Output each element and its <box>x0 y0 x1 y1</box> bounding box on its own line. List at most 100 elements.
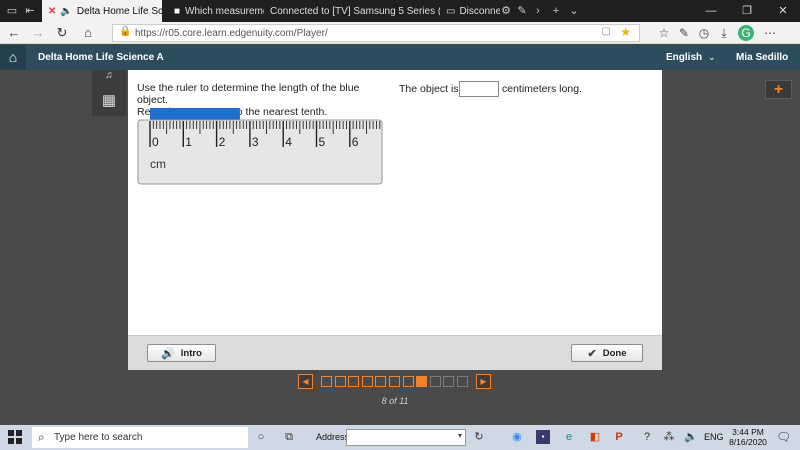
zoom-icon[interactable]: ◉ <box>510 430 524 444</box>
page-indicator[interactable] <box>429 376 441 387</box>
grammarly-icon[interactable]: G <box>738 25 754 41</box>
intro-button[interactable]: 🔊 Intro <box>147 344 216 362</box>
taskbar-search[interactable]: ⌕ Type here to search <box>32 427 248 448</box>
ruler-number: 6 <box>352 135 359 149</box>
next-page-button[interactable]: ▶ <box>476 374 491 389</box>
volume-icon[interactable]: 🔈 <box>684 430 698 444</box>
tab-list-icon[interactable]: ▭ <box>4 3 20 19</box>
tab-label: Connected to [TV] Samsung 5 Series (40) <box>270 5 440 17</box>
reading-view-icon[interactable]: ▢ <box>602 26 611 37</box>
system-clock[interactable]: 3:44 PM 8/16/2020 <box>728 427 768 447</box>
favorite-star-icon[interactable]: ★ <box>620 25 631 39</box>
windows-taskbar: ⌕ Type here to search ○ ⧉ Address ▾ ↻ ◉ … <box>0 425 800 450</box>
speaker-muted-icon[interactable]: 🔈 <box>60 6 72 17</box>
forward-arrow-icon[interactable]: → <box>28 24 48 42</box>
home-icon[interactable]: ⌂ <box>0 45 26 70</box>
ruler-number: 5 <box>319 135 326 149</box>
answer-input[interactable] <box>459 81 499 97</box>
more-menu-icon[interactable]: ⋯ <box>762 25 778 41</box>
edgenuity-logo-icon: ✕ <box>48 5 57 17</box>
done-button[interactable]: ✔ Done <box>571 344 643 362</box>
restore-icon[interactable]: ❐ <box>730 0 764 22</box>
tab-connected-tv[interactable]: Connected to [TV] Samsung 5 Series (40) <box>264 0 440 22</box>
chevron-down-icon[interactable]: ▾ <box>458 431 462 440</box>
chevron-down-icon[interactable]: ⌄ <box>708 45 716 70</box>
done-label: Done <box>602 347 627 359</box>
checkmark-icon: ✔ <box>587 347 597 360</box>
tab-label: Which measurements <box>185 5 264 17</box>
tab-delta-home[interactable]: ✕ 🔈 Delta Home Life Sc ✕ <box>42 0 162 22</box>
history-icon[interactable]: ◷ <box>696 25 712 41</box>
ruler-body <box>137 119 383 185</box>
cast-disconnect-button[interactable]: ▭ Disconnect <box>440 0 500 22</box>
reading-list-icon[interactable]: ✎ <box>676 25 692 41</box>
tab-dropdown-icon[interactable]: ⌄ <box>566 3 582 19</box>
pin-icon[interactable]: ✎ <box>514 3 530 19</box>
clock-time: 3:44 PM <box>732 427 764 437</box>
calculator-icon[interactable]: ▦ <box>98 92 120 110</box>
user-name[interactable]: Mia Sedillo <box>736 45 788 70</box>
windows-start-icon[interactable] <box>8 430 22 444</box>
ruler-unit-label: cm <box>150 157 166 171</box>
network-icon[interactable]: ⁂ <box>662 430 676 444</box>
ruler-number: 4 <box>285 135 292 149</box>
tab-back-icon[interactable]: ⇤ <box>22 3 38 19</box>
page-indicator[interactable] <box>457 376 468 387</box>
page-indicator[interactable] <box>416 376 428 387</box>
page-indicator[interactable] <box>334 376 346 387</box>
close-window-icon[interactable]: ✕ <box>766 0 800 22</box>
ruler-number: 2 <box>219 135 226 149</box>
headphones-icon[interactable]: ♫ <box>98 70 120 84</box>
address-toolbar-label: Address <box>316 432 350 442</box>
office-icon[interactable]: ◧ <box>588 430 602 444</box>
page-icon: ■ <box>174 5 181 17</box>
clock-date: 8/16/2020 <box>729 437 767 447</box>
disconnect-label: Disconnect <box>459 5 500 17</box>
address-toolbar-input[interactable]: ▾ <box>346 429 466 446</box>
search-icon: ⌕ <box>38 430 45 444</box>
tab-label: Delta Home Life Sc <box>76 5 162 17</box>
intro-label: Intro <box>180 347 202 359</box>
edge-icon[interactable]: e <box>562 430 576 444</box>
help-icon[interactable]: ? <box>640 430 654 444</box>
page-indicator[interactable] <box>321 376 332 387</box>
page-indicator[interactable] <box>348 376 360 387</box>
download-icon[interactable]: ⤓ <box>716 25 732 41</box>
refresh-icon[interactable]: ↻ <box>472 430 486 444</box>
task-view-icon[interactable]: ⧉ <box>282 430 296 444</box>
instruction-line: Use the ruler to determine the length of… <box>137 82 360 106</box>
page-indicator[interactable] <box>402 376 414 387</box>
chevron-right-icon[interactable]: › <box>530 3 546 19</box>
page-indicator[interactable] <box>361 376 373 387</box>
speaker-icon: 🔊 <box>161 347 175 360</box>
ruler-figure: 0 1 2 3 4 5 6 cm <box>137 108 383 185</box>
url-bar[interactable]: 🔒 https://r05.core.learn.edgenuity.com/P… <box>112 24 640 42</box>
favorites-bar-icon[interactable]: ☆ <box>656 25 672 41</box>
minimize-icon[interactable]: — <box>694 0 728 22</box>
cortana-icon[interactable]: ○ <box>254 430 268 444</box>
settings-gear-icon[interactable]: ⚙ <box>498 3 514 19</box>
site-header: ⌂ Delta Home Life Science A English ⌄ Mi… <box>0 45 800 70</box>
browser-tab-strip: ▭ ⇤ ✕ 🔈 Delta Home Life Sc ✕ ■ Which mea… <box>0 0 800 22</box>
app-icon[interactable]: ▪ <box>536 430 550 444</box>
search-placeholder: Type here to search <box>54 432 143 443</box>
question-panel: Use the ruler to determine the length of… <box>128 70 662 370</box>
refresh-icon[interactable]: ↻ <box>52 24 72 42</box>
ruler-number: 1 <box>185 135 192 149</box>
page-indicator[interactable] <box>389 376 400 387</box>
previous-page-button[interactable]: ◀ <box>298 374 313 389</box>
input-language[interactable]: ENG <box>704 425 724 450</box>
notifications-icon[interactable]: 🗨 <box>776 430 791 444</box>
tab-which-measurements[interactable]: ■ Which measurements <box>168 0 264 22</box>
ruler-number: 3 <box>252 135 259 149</box>
page-indicator[interactable] <box>443 376 455 387</box>
player-bottom-bar: 🔊 Intro ✔ Done <box>128 335 662 370</box>
expand-plus-button[interactable]: + <box>765 80 792 99</box>
powerpoint-icon[interactable]: P <box>612 430 626 444</box>
page-indicator[interactable] <box>375 376 387 387</box>
course-title: Delta Home Life Science A <box>38 52 164 63</box>
language-selector[interactable]: English <box>666 45 702 70</box>
new-tab-icon[interactable]: + <box>548 3 564 19</box>
home-icon[interactable]: ⌂ <box>78 24 98 42</box>
back-arrow-icon[interactable]: ← <box>4 24 24 42</box>
